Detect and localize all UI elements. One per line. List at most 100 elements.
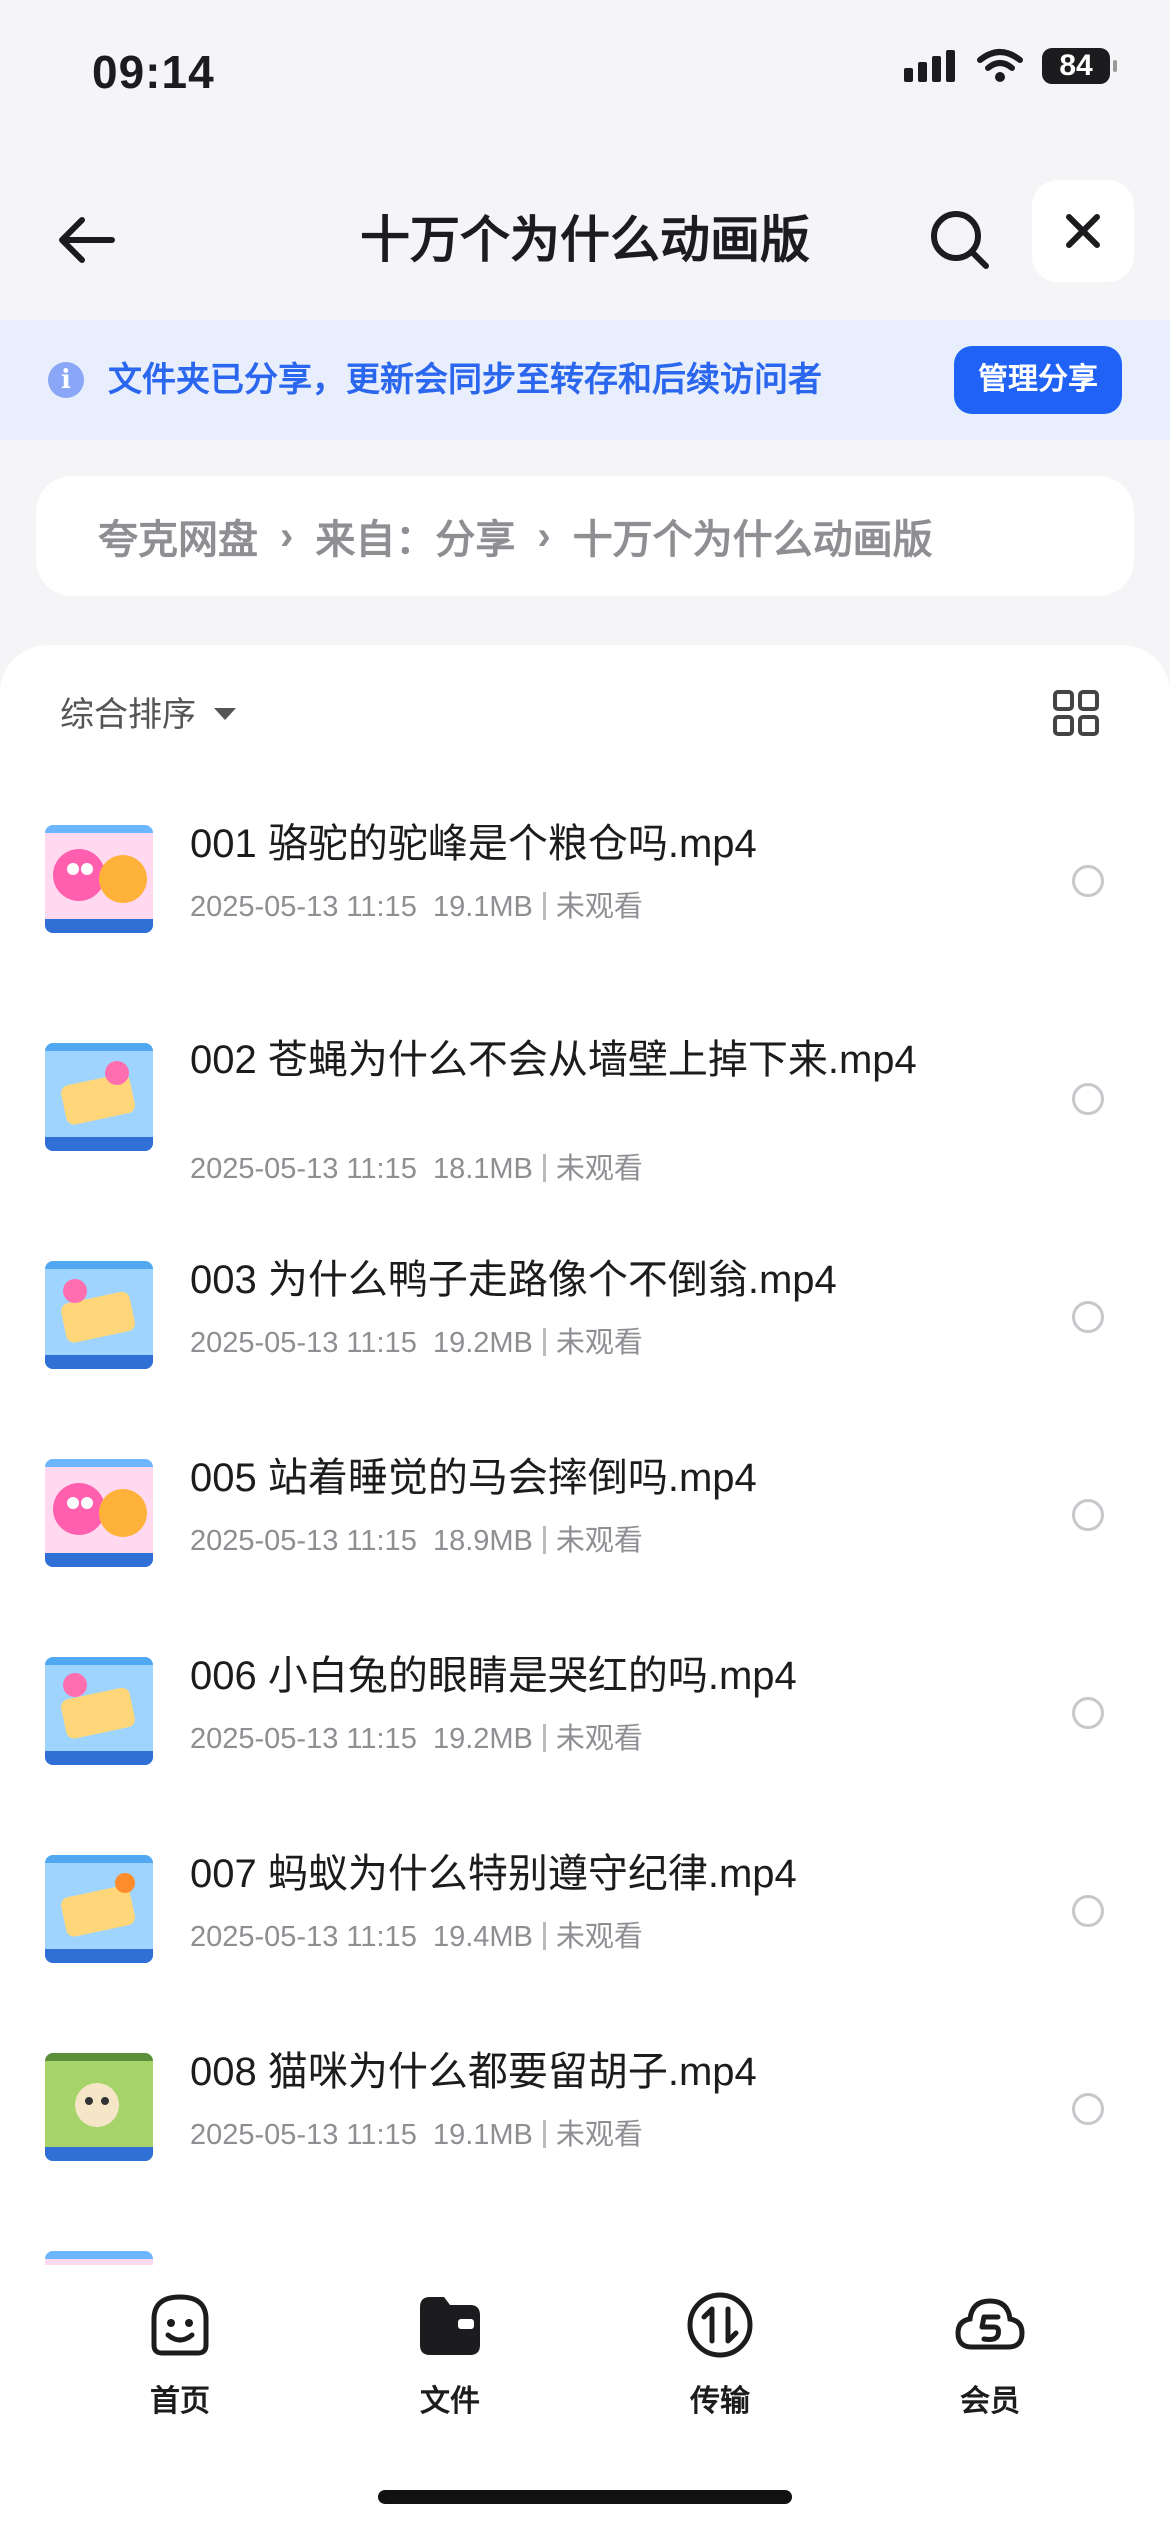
file-row[interactable]: 005 站着睡觉的马会摔倒吗.mp4 2025-05-13 11:15 18.9… (0, 1456, 1170, 1649)
tab-files[interactable]: 文件 (370, 2289, 530, 2420)
cartoon-thumbnail-green (45, 2053, 153, 2161)
cartoon-thumbnail-blue (45, 1043, 153, 1151)
video-thumbnail (45, 2251, 153, 2265)
video-thumbnail (45, 2053, 153, 2161)
file-row[interactable]: 006 小白兔的眼睛是哭红的吗.mp4 2025-05-13 11:15 19.… (0, 1654, 1170, 1847)
file-date: 2025-05-13 11:15 (190, 2119, 417, 2151)
file-list-panel: 综合排序 001 骆驼的驼峰是个粮仓吗.mp4 2025-05-13 11:15… (0, 645, 1170, 2265)
wifi-icon (977, 49, 1023, 82)
breadcrumb-item-shared[interactable]: 来自：分享 (315, 507, 515, 565)
file-meta: 2025-05-13 11:15 19.2MB 未观看 (190, 1715, 643, 1757)
file-size: 19.2MB (432, 1327, 533, 1359)
tab-transfer[interactable]: 传输 (640, 2289, 800, 2420)
file-meta: 2025-05-13 11:15 19.4MB 未观看 (190, 1913, 643, 1955)
file-size: 19.2MB (432, 1723, 533, 1755)
file-meta: 2025-05-13 11:15 18.1MB 未观看 (190, 1145, 643, 1187)
cartoon-thumbnail-pink (45, 1459, 153, 1567)
file-name: 008 猫咪为什么都要留胡子.mp4 (190, 2050, 757, 2094)
file-date: 2025-05-13 11:15 (190, 1723, 417, 1755)
tab-home[interactable]: 首页 (100, 2289, 260, 2420)
caret-down-icon (214, 707, 236, 720)
select-radio[interactable] (1072, 1083, 1104, 1115)
cartoon-thumbnail-pink (45, 825, 153, 933)
info-icon: i (48, 362, 84, 398)
file-row[interactable]: 003 为什么鸭子走路像个不倒翁.mp4 2025-05-13 11:15 19… (0, 1258, 1170, 1451)
file-date: 2025-05-13 11:15 (190, 891, 417, 923)
file-size: 18.1MB (432, 1153, 533, 1185)
status-time: 09:14 (92, 46, 215, 98)
breadcrumb: 夸克网盘 › 来自：分享 › 十万个为什么动画版 (36, 476, 1134, 596)
file-meta: 2025-05-13 11:15 19.2MB 未观看 (190, 1319, 643, 1361)
select-radio[interactable] (1072, 1697, 1104, 1729)
sort-dropdown[interactable]: 综合排序 (60, 687, 236, 736)
file-date: 2025-05-13 11:15 (190, 1327, 417, 1359)
share-banner: i 文件夹已分享，更新会同步至转存和后续访问者 管理分享 (0, 320, 1170, 440)
home-face-icon (151, 2294, 209, 2356)
sort-label: 综合排序 (60, 696, 196, 734)
tab-label: 会员 (960, 2385, 1020, 2418)
status-bar: 09:14 84 (0, 0, 1170, 150)
folder-icon (420, 2297, 480, 2355)
file-name: 007 蚂蚁为什么特别遵守纪律.mp4 (190, 1852, 797, 1896)
select-radio[interactable] (1072, 2093, 1104, 2125)
file-date: 2025-05-13 11:15 (190, 1525, 417, 1557)
cartoon-thumbnail-blue (45, 1261, 153, 1369)
manage-share-button[interactable]: 管理分享 (954, 346, 1122, 414)
watch-status: 未观看 (555, 1327, 643, 1359)
video-thumbnail (45, 1657, 153, 1765)
battery-level: 84 (1059, 49, 1093, 82)
home-indicator[interactable] (378, 2490, 792, 2504)
video-thumbnail (45, 825, 153, 933)
select-radio[interactable] (1072, 865, 1104, 897)
cartoon-thumbnail-blue (45, 1855, 153, 1963)
video-thumbnail (45, 1043, 153, 1151)
grid-view-icon[interactable] (1052, 689, 1100, 737)
cellular-signal-icon (904, 50, 955, 82)
close-icon (1066, 214, 1100, 248)
chevron-right-icon: › (537, 513, 551, 558)
file-size: 19.1MB (432, 891, 533, 923)
file-date: 2025-05-13 11:15 (190, 1921, 417, 1953)
select-radio[interactable] (1072, 1895, 1104, 1927)
file-row[interactable]: 007 蚂蚁为什么特别遵守纪律.mp4 2025-05-13 11:15 19.… (0, 1852, 1170, 2045)
search-button[interactable] (920, 200, 1000, 280)
tab-label: 传输 (690, 2385, 750, 2418)
cartoon-thumbnail-blue (45, 1657, 153, 1765)
file-row[interactable]: 008 猫咪为什么都要留胡子.mp4 2025-05-13 11:15 19.1… (0, 2050, 1170, 2243)
select-radio[interactable] (1072, 1499, 1104, 1531)
chevron-right-icon: › (280, 513, 294, 558)
file-name: 003 为什么鸭子走路像个不倒翁.mp4 (190, 1258, 837, 1302)
battery-icon: 84 (1042, 48, 1117, 84)
watch-status: 未观看 (555, 2119, 643, 2151)
status-icons: 84 (904, 48, 1117, 84)
video-thumbnail (45, 1261, 153, 1369)
file-name: 001 骆驼的驼峰是个粮仓吗.mp4 (190, 822, 757, 866)
cartoon-thumbnail-pink (45, 2251, 153, 2265)
transfer-icon (687, 2292, 753, 2358)
select-radio[interactable] (1072, 1301, 1104, 1333)
tab-label: 文件 (420, 2385, 480, 2418)
share-banner-text: 文件夹已分享，更新会同步至转存和后续访问者 (108, 361, 822, 399)
watch-status: 未观看 (555, 1921, 643, 1953)
file-date: 2025-05-13 11:15 (190, 1153, 417, 1185)
file-meta: 2025-05-13 11:15 19.1MB 未观看 (190, 2111, 643, 2153)
member-cloud-icon (955, 2298, 1025, 2350)
file-row[interactable]: 001 骆驼的驼峰是个粮仓吗.mp4 2025-05-13 11:15 19.1… (0, 822, 1170, 1015)
watch-status: 未观看 (555, 891, 643, 923)
file-size: 19.1MB (432, 2119, 533, 2151)
file-size: 18.9MB (432, 1525, 533, 1557)
video-thumbnail (45, 1855, 153, 1963)
file-meta: 2025-05-13 11:15 18.9MB 未观看 (190, 1517, 643, 1559)
breadcrumb-item-current: 十万个为什么动画版 (572, 518, 933, 562)
watch-status: 未观看 (555, 1153, 643, 1185)
file-row[interactable]: 002 苍蝇为什么不会从墙壁上掉下来.mp4 2025-05-13 11:15 … (0, 1038, 1170, 1243)
breadcrumb-item-root[interactable]: 夸克网盘 (98, 507, 258, 565)
top-nav: 十万个为什么动画版 (0, 180, 1170, 300)
watch-status: 未观看 (555, 1525, 643, 1557)
tab-member[interactable]: 会员 (910, 2289, 1070, 2420)
file-size: 19.4MB (432, 1921, 533, 1953)
tab-label: 首页 (150, 2385, 210, 2418)
file-meta: 2025-05-13 11:15 19.1MB 未观看 (190, 883, 643, 925)
search-icon (931, 211, 989, 269)
close-button[interactable] (1032, 180, 1134, 282)
